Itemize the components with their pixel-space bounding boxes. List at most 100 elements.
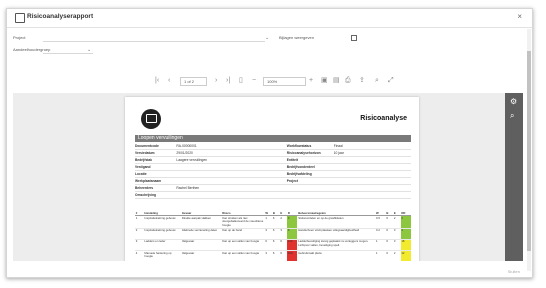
table-cell-b2: 6 [385,215,394,229]
company-logo [141,109,161,129]
table-cell-w2: 0.5 [375,215,386,229]
table-cell-b: 6 [272,215,280,229]
info-label: Locatie [135,172,147,176]
page-input[interactable]: 1 of 2 [180,77,207,86]
save-icon[interactable]: ▤ [333,77,340,85]
table-cell-num: 1 [135,215,144,229]
attachments-label: Bijlagen weergeven [279,35,314,40]
table-cell-gevaar: Valgevaar [181,250,222,261]
info-label: Beheerders [135,186,154,190]
first-page-icon[interactable]: |‹ [155,77,159,85]
table-cell-gevaar: Valgevaar [181,239,222,251]
table-cell-handeling: Ladders en leder [143,239,182,251]
info-value: RA-00000001 [176,144,197,148]
info-value: 29/01/2020 [176,151,193,155]
share-icon[interactable]: ⇪ [359,77,365,85]
table-cell-w: 3 [264,250,273,261]
report-window: Risicoanalyserapport × Project ⌄ Bijlage… [6,8,533,278]
table-cell-w: 6 [264,239,273,251]
window-scrollbar[interactable] [527,29,531,271]
table-row: 3 Ladders en leder Valgevaar Kan op een val… [135,239,411,251]
table-cell-w: 1 [264,215,273,229]
shareholder-group-select[interactable] [43,53,93,54]
info-value: 10 jaar [333,151,344,155]
info-label: Documentcode [135,144,159,148]
table-cell-e: 2 [279,215,288,229]
info-value: Finaal [333,144,343,148]
info-row: Documentcode RA-00000001 Workflowstatus Fin… [135,143,411,150]
table-cell-handeling: Inspiratietraining gebouw [143,215,182,229]
close-icon[interactable]: × [517,12,522,21]
table-cell-w2: 1 [375,250,386,261]
table-cell-w2: 0.2 [375,228,386,240]
chevron-down-icon[interactable]: ⌄ [87,47,91,53]
table-cell-rr: 3 [400,228,411,240]
info-label: Bedrijfstak [135,158,153,162]
table-cell-gevaar: Aliebrede verzameling delen [181,228,222,240]
shareholder-group-label: Aandeelhoudergroep [13,47,51,52]
info-row: Beheerders Rachel Berthen [135,185,411,192]
fullscreen-icon[interactable]: ⤢ [388,77,394,85]
table-cell-b: 6 [272,250,280,261]
print-icon[interactable]: ⎙ [345,77,351,85]
prev-page-icon[interactable]: ‹ [168,77,170,85]
table-cell-gevaar: Direkte aanpak vlakken [181,215,222,229]
info-value: Laagere vervuilingen [176,158,207,162]
table-cell-maatregel: Ladderbeveiliging stevig geplaatst nu ve… [297,239,376,251]
table-cell-e2: 3 [393,239,401,251]
search-icon[interactable]: ⌕ [375,77,379,85]
settings-icon[interactable]: ⚙ [510,97,517,106]
table-cell-risico: Kan op een vallen van hoogte [221,239,265,251]
table-cell-num: 4 [135,250,144,261]
table-cell-e2: 3 [393,228,401,240]
table-cell-e2: 2 [393,215,401,229]
table-cell-r: 216 [287,239,298,251]
table-cell-maatregel: Gebruikmakt plaza [297,250,376,261]
table-cell-handeling: Inspiratietraining gebouw [143,228,182,240]
table-cell-e: 6 [279,250,288,261]
info-label: Entiteit [286,158,298,162]
table-row: 1 Inspiratietraining gebouw Direkte aanpak… [135,215,411,229]
page-layout-icon[interactable]: ▯ [239,77,243,85]
table-cell-handeling: Manuele hantering op hoogte [143,250,182,261]
info-row: Versiedatum 29/01/2020 Risicoanalysehorizo… [135,150,411,157]
info-row: Werkplaatsnaam Project [135,178,411,185]
report-icon [15,13,25,23]
info-grid: Documentcode RA-00000001 Workflowstatus Fin… [135,143,411,199]
table-cell-rr: 18 [400,239,411,251]
table-cell-r: 108 [287,250,298,261]
table-cell-w2: 1 [375,239,386,251]
info-label: Vestigand [135,165,151,169]
table-cell-risico: Kan op de hand [221,228,265,240]
table-row: 4 Manuele hantering op hoogte Valgevaar Kan… [135,250,411,261]
chevron-down-icon[interactable]: ⌄ [265,35,269,41]
info-label: Bedrijfsonderdeel [286,165,315,169]
project-label: Project [13,35,26,40]
search-icon[interactable]: ⌕ [510,111,514,121]
table-cell-maatregel: Stofwoordelen en op de grasfiktielen [297,215,376,229]
project-select[interactable] [43,41,265,42]
zoom-in-icon[interactable]: + [309,77,313,85]
last-page-icon[interactable]: ›| [226,77,230,85]
report-viewer[interactable]: Risicoanalyse Loopen vervuilingen Docume… [13,93,505,261]
table-cell-num: 2 [135,228,144,240]
info-label: Risicoanalysehorizon [286,151,321,155]
table-cell-e: 3 [279,228,288,240]
table-cell-e: 6 [279,239,288,251]
attachments-checkbox[interactable] [351,35,357,41]
export-icon[interactable]: ▣ [321,77,328,85]
zoom-select[interactable]: 100% [263,77,306,86]
close-button[interactable]: Sluiten [508,269,520,274]
info-label: Werkplaatsnaam [135,179,162,183]
zoom-out-icon[interactable]: − [252,77,256,85]
table-cell-b: 6 [272,228,280,240]
table-cell-b: 6 [272,239,280,251]
parameters-panel: Project ⌄ Bijlagen weergeven Aandeelhoud… [13,33,521,65]
info-row: Locatie Bedrijfsafdeling [135,171,411,178]
next-page-icon[interactable]: › [215,77,217,85]
info-label: Project [286,179,298,183]
table-cell-rr: 12 [400,250,411,261]
table-cell-r: 3 [287,215,298,229]
info-label: Workflowstatus [286,144,312,148]
report-title: Risicoanalyse [360,115,407,122]
